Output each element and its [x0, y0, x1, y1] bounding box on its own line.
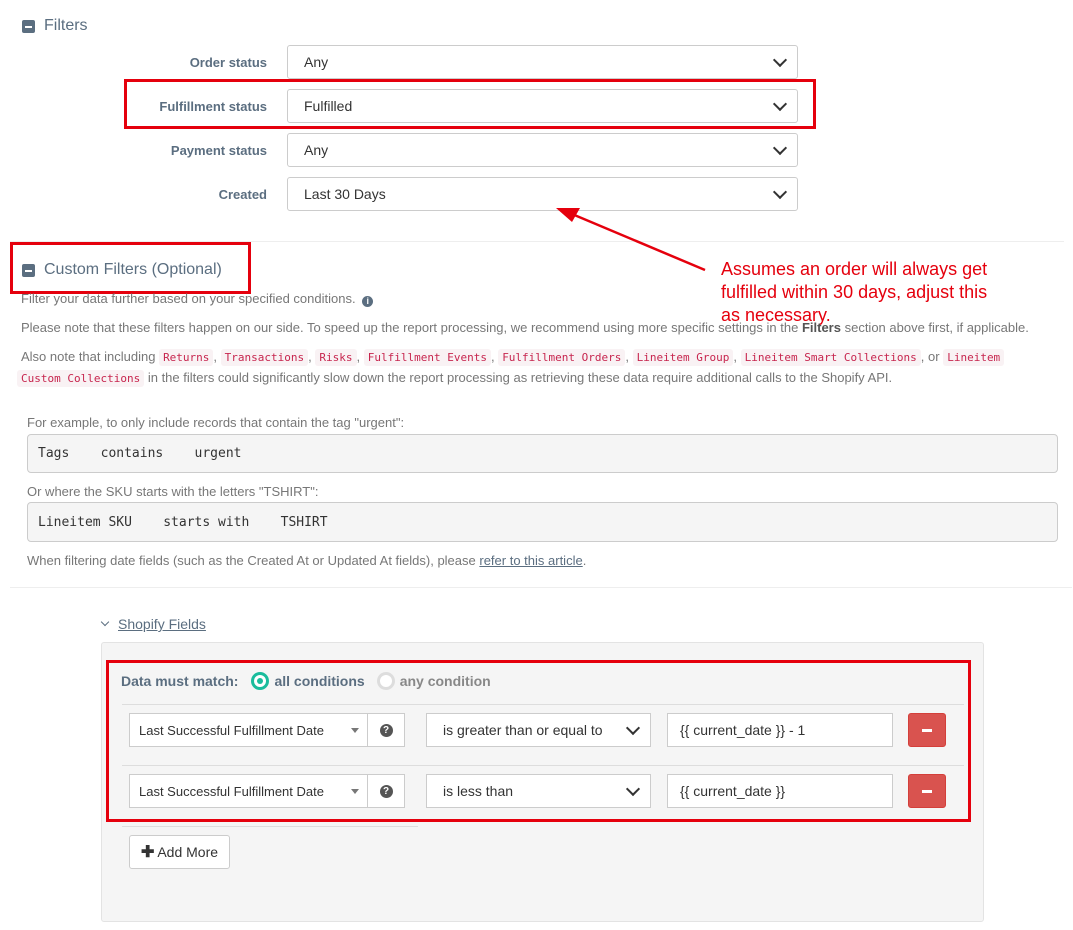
- add-more-button[interactable]: ✚ Add More: [129, 835, 230, 869]
- code-returns: Returns: [159, 349, 214, 366]
- code-lineitem-smart-collections: Lineitem Smart Collections: [740, 349, 921, 366]
- note-bold: Filters: [801, 320, 841, 335]
- note-text: Please note that these filters happen on…: [21, 320, 799, 335]
- highlight-box-conditions: [106, 660, 971, 822]
- created-select[interactable]: Last 30 Days: [287, 177, 798, 211]
- note-text: in the filters could significantly slow …: [147, 370, 893, 385]
- chevron-down-icon: [100, 617, 110, 627]
- annotation-text: Assumes an order will always get fulfill…: [721, 258, 1061, 327]
- code-custom-collections: Custom Collections: [17, 370, 145, 387]
- shopify-fields-label[interactable]: Shopify Fields: [118, 616, 206, 632]
- divider: [10, 587, 1072, 588]
- divider: [122, 826, 418, 827]
- note-text: section above first, if applicable.: [844, 320, 1029, 335]
- subtitle-text: Filter your data further based on your s…: [21, 291, 356, 306]
- chevron-down-icon: [772, 184, 788, 199]
- code-lineitem: Lineitem: [943, 349, 1005, 366]
- note-processing: Please note that these filters happen on…: [21, 318, 1061, 338]
- payment-status-label: Payment status: [170, 143, 267, 158]
- code-transactions: Transactions: [220, 349, 309, 366]
- chevron-down-icon: [772, 52, 788, 67]
- example1-caption: For example, to only include records tha…: [27, 415, 405, 430]
- note-text: Also note that including: [21, 349, 156, 364]
- or-text: , or: [920, 349, 940, 364]
- highlight-box-custom-filters: [10, 242, 251, 294]
- date-note: When filtering date fields (such as the …: [27, 551, 586, 571]
- created-label: Created: [218, 187, 267, 202]
- plus-icon: ✚: [140, 844, 155, 861]
- chevron-down-icon: [772, 140, 788, 155]
- annotation-line: fulfilled within 30 days, adjust this: [721, 282, 988, 302]
- note-text: When filtering date fields (such as the …: [27, 553, 476, 568]
- annotation-line: Assumes an order will always get: [721, 259, 988, 279]
- code-fulfillment-orders: Fulfillment Orders: [498, 349, 626, 366]
- annotation-arrow-icon: [556, 208, 706, 272]
- example2-code: Lineitem SKU starts with TSHIRT: [27, 502, 1058, 542]
- created-value: Last 30 Days: [304, 186, 386, 202]
- refer-article-link[interactable]: refer to this article: [479, 553, 582, 568]
- code-fulfillment-events: Fulfillment Events: [363, 349, 491, 366]
- highlight-box-fulfillment: [124, 79, 816, 129]
- order-status-select[interactable]: Any: [287, 45, 798, 79]
- order-status-value: Any: [304, 54, 329, 70]
- add-more-label: Add More: [157, 844, 219, 860]
- info-icon[interactable]: i: [362, 296, 374, 307]
- shopify-fields-toggle[interactable]: Shopify Fields: [100, 616, 206, 632]
- collapse-icon[interactable]: [22, 19, 35, 33]
- code-lineitem-group: Lineitem Group: [632, 349, 734, 366]
- custom-filters-subtitle: Filter your data further based on your s…: [21, 289, 374, 309]
- example1-code: Tags contains urgent: [27, 434, 1058, 473]
- order-status-label: Order status: [189, 55, 267, 70]
- note-text: .: [582, 553, 587, 568]
- note-slow-fields: Also note that including Returns, Transa…: [17, 347, 1061, 389]
- filters-title: Filters: [44, 17, 88, 34]
- filters-header[interactable]: Filters: [22, 17, 88, 35]
- payment-status-value: Any: [304, 142, 329, 158]
- example2-caption: Or where the SKU starts with the letters…: [27, 484, 319, 499]
- payment-status-select[interactable]: Any: [287, 133, 798, 167]
- code-risks: Risks: [315, 349, 357, 366]
